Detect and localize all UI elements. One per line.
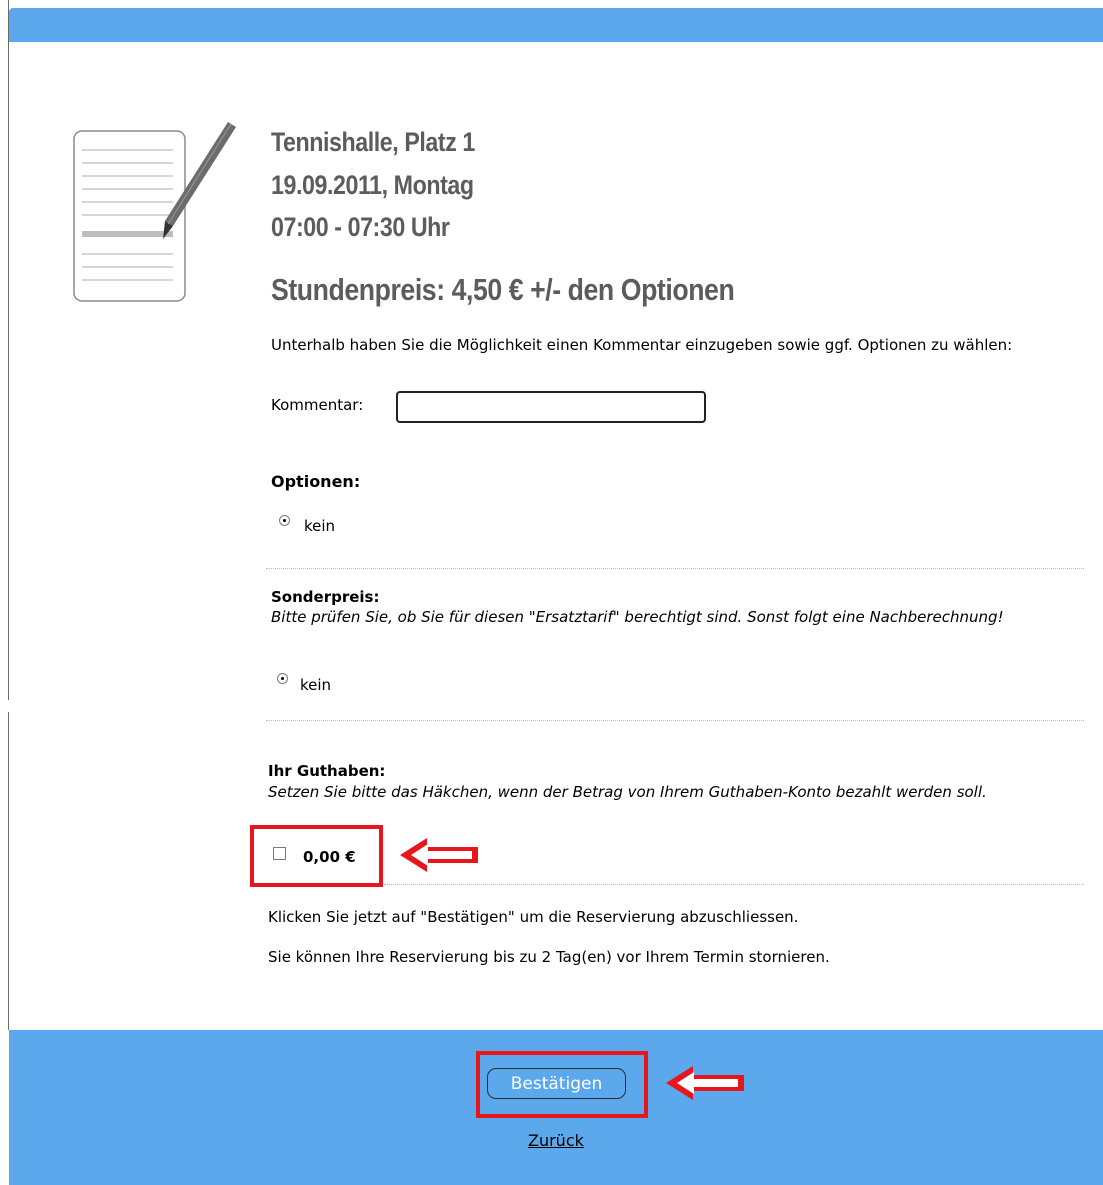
booking-court: Tennishalle, Platz 1: [271, 127, 475, 157]
credit-highlight-box: [250, 825, 383, 887]
special-price-title: Sonderpreis:: [271, 588, 380, 606]
divider: [266, 568, 1084, 569]
confirm-hint: Klicken Sie jetzt auf "Bestätigen" um di…: [268, 908, 799, 926]
back-link[interactable]: Zurück: [528, 1131, 584, 1150]
special-price-radio-kein[interactable]: [277, 673, 288, 684]
cancel-hint: Sie können Ihre Reservierung bis zu 2 Ta…: [268, 948, 830, 966]
special-price-radio-label: kein: [300, 676, 332, 694]
document-pen-icon: [73, 122, 236, 302]
divider: [266, 720, 1084, 721]
options-radio-kein[interactable]: [279, 515, 290, 526]
credit-title: Ihr Guthaben:: [268, 762, 386, 780]
booking-time: 07:00 - 07:30 Uhr: [271, 212, 450, 242]
options-title: Optionen:: [271, 472, 361, 491]
divider: [384, 884, 1084, 885]
booking-date: 19.09.2011, Montag: [271, 170, 474, 200]
frame-border: [8, 0, 9, 1030]
intro-text: Unterhalb haben Sie die Möglichkeit eine…: [271, 336, 1013, 354]
confirm-highlight-box: [476, 1051, 648, 1118]
annotation-arrow-icon: [666, 1066, 744, 1100]
credit-note: Setzen Sie bitte das Häkchen, wenn der B…: [268, 783, 987, 801]
header-bar: [9, 8, 1103, 42]
comment-label: Kommentar:: [271, 396, 364, 414]
options-radio-label: kein: [304, 517, 336, 535]
frame-gap: [0, 700, 9, 712]
comment-input[interactable]: [396, 391, 706, 423]
booking-price: Stundenpreis: 4,50 € +/- den Optionen: [271, 272, 735, 307]
annotation-arrow-icon: [400, 838, 478, 872]
special-price-note: Bitte prüfen Sie, ob Sie für diesen "Ers…: [271, 608, 1004, 626]
